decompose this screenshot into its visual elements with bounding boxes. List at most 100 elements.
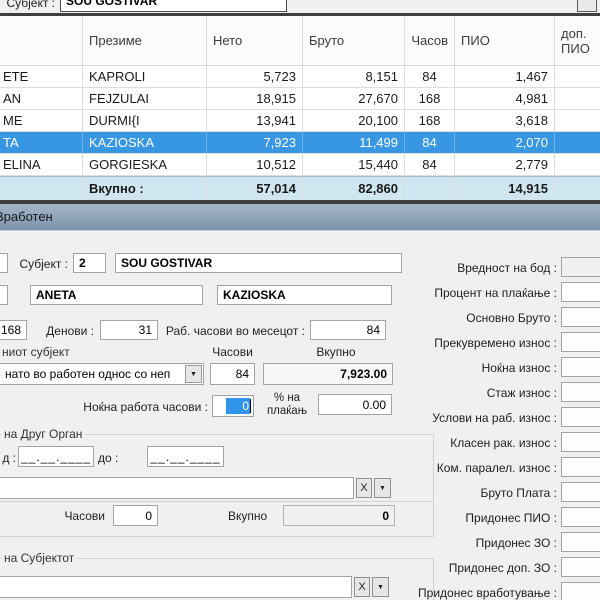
total-cell-surname: Вкупно : xyxy=(83,177,207,200)
total-cell-bruto: 82,860 xyxy=(303,177,405,200)
dropdown-button[interactable]: ▼ xyxy=(374,478,391,498)
field-input[interactable] xyxy=(561,557,600,577)
cell-pio: 2,779 xyxy=(455,154,555,175)
window-titlebar[interactable]: Вработен xyxy=(0,204,600,231)
first-name-field[interactable]: ANETA xyxy=(30,285,203,305)
cell-dop_pio xyxy=(555,88,600,109)
month-hours-label: Раб. часови во месецот : xyxy=(160,323,305,339)
cell-surname: KAPROLI xyxy=(83,66,207,87)
field-label: Процент на плаќање : xyxy=(420,280,557,305)
last-name-field[interactable]: KAZIOSKA xyxy=(217,285,392,305)
from-date-field[interactable]: __.__.____ xyxy=(18,446,94,467)
cell-name: AN xyxy=(0,88,83,109)
org-total-field: 0 xyxy=(283,505,395,526)
cell-hours: 84 xyxy=(405,154,455,175)
right-panel-row: Вредност на бод : xyxy=(420,255,600,280)
field-label: Основно Бруто : xyxy=(420,305,557,330)
field-input[interactable] xyxy=(561,332,600,352)
cell-dop_pio xyxy=(555,132,600,153)
cell-surname: DURMI{I xyxy=(83,110,207,131)
subject-org-combo[interactable] xyxy=(0,576,352,598)
top-strip: Субјект : SOU GOSTIVAR xyxy=(0,0,600,13)
field-input[interactable] xyxy=(561,532,600,552)
right-panel-row: Придонес ЗО : xyxy=(420,530,600,555)
hours-field[interactable]: 84 xyxy=(210,363,255,385)
column-header-hours: Часов xyxy=(405,16,455,65)
column-header-surname: Презиме xyxy=(83,16,207,65)
cell-dop_pio xyxy=(555,66,600,87)
other-org-combo[interactable] xyxy=(0,477,354,499)
window-title: Вработен xyxy=(0,204,53,230)
cell-surname: GORGIESKA xyxy=(83,154,207,175)
amounts-panel: Вредност на бод :Процент на плаќање :Осн… xyxy=(420,255,600,600)
field-input[interactable] xyxy=(561,507,600,527)
cell-hours: 84 xyxy=(405,66,455,87)
top-subject-field[interactable]: SOU GOSTIVAR xyxy=(60,0,287,12)
field-label: Прекувремено износ : xyxy=(420,330,557,355)
clear-button[interactable]: X xyxy=(354,577,370,597)
cell-neto: 7,923 xyxy=(207,132,303,153)
table-row[interactable]: ANFEJZULAI18,91527,6701684,981 xyxy=(0,88,600,110)
column-header-name xyxy=(0,16,83,65)
chevron-down-icon[interactable]: ▼ xyxy=(185,365,202,383)
field-input[interactable] xyxy=(561,282,600,302)
right-panel-row: Услови на раб. износ : xyxy=(420,405,600,430)
subject-org-caption: на Субјектот xyxy=(1,551,77,565)
table-row[interactable]: ELINAGORGIESKA10,51215,440842,779 xyxy=(0,154,600,176)
table-row[interactable]: TAKAZIOSKA7,92311,499842,070 xyxy=(0,132,600,154)
group-caption-cut: ниот субјект xyxy=(2,344,122,360)
org-total-label: Вкупно xyxy=(228,508,276,524)
cell-surname: FEJZULAI xyxy=(83,88,207,109)
field-input[interactable] xyxy=(561,582,600,600)
field-label: Придонес ЗО : xyxy=(420,530,557,555)
field-label: Придонес ПИО : xyxy=(420,505,557,530)
cell-pio: 3,618 xyxy=(455,110,555,131)
total-amount-field[interactable]: 7,923.00 xyxy=(263,363,393,385)
field-input[interactable] xyxy=(561,432,600,452)
cell-hours: 168 xyxy=(405,110,455,131)
field-label: Ноќна износ : xyxy=(420,355,557,380)
cell-name: ME xyxy=(0,110,83,131)
cell-bruto: 27,670 xyxy=(303,88,405,109)
field-input[interactable] xyxy=(561,407,600,427)
cut-hours-field[interactable]: 168 xyxy=(0,320,27,340)
employee-table: ПрезимеНетоБрутоЧасовПИОдоп. ПИО ETEKAPR… xyxy=(0,16,600,200)
month-hours-field[interactable]: 84 xyxy=(310,320,386,340)
column-header-neto: Нето xyxy=(207,16,303,65)
table-row[interactable]: ETEKAPROLI5,7238,151841,467 xyxy=(0,66,600,88)
subject-code-field[interactable]: 2 xyxy=(73,253,106,273)
employment-type-combo[interactable]: нато во работен однос со неп ▼ xyxy=(0,363,204,385)
cell-neto: 13,941 xyxy=(207,110,303,131)
right-panel-row: Ноќна износ : xyxy=(420,355,600,380)
other-org-caption: на Друг Орган xyxy=(1,427,85,441)
field-input[interactable] xyxy=(561,307,600,327)
field-input[interactable] xyxy=(561,257,600,277)
clear-button[interactable]: X xyxy=(356,478,372,498)
field-input[interactable] xyxy=(561,457,600,477)
payment-pct-field[interactable]: 0.00 xyxy=(318,394,392,415)
cell-pio: 1,467 xyxy=(455,66,555,87)
field-input[interactable] xyxy=(561,357,600,377)
table-row[interactable]: MEDURMI{I13,94120,1001683,618 xyxy=(0,110,600,132)
column-header-bruto: Бруто xyxy=(303,16,405,65)
cell-bruto: 20,100 xyxy=(303,110,405,131)
field-label: Бруто Плата : xyxy=(420,480,557,505)
to-date-field[interactable]: __.__.____ xyxy=(147,446,224,467)
cell-surname: KAZIOSKA xyxy=(83,132,207,153)
org-hours-label: Часови xyxy=(48,508,105,524)
days-field[interactable]: 31 xyxy=(100,320,158,340)
table-total-row: Вкупно :57,01482,86014,915 xyxy=(0,176,600,200)
cell-name: TA xyxy=(0,132,83,153)
dropdown-button[interactable]: ▼ xyxy=(372,577,389,597)
field-input[interactable] xyxy=(561,482,600,502)
right-panel-row: Класен рак. износ : xyxy=(420,430,600,455)
org-hours-field[interactable]: 0 xyxy=(113,505,158,526)
total-cell-neto: 57,014 xyxy=(207,177,303,200)
night-hours-field[interactable]: 0 xyxy=(212,395,254,417)
total-column-header: Вкупно xyxy=(300,344,372,360)
right-panel-row: Основно Бруто : xyxy=(420,305,600,330)
right-panel-row: Придонес ПИО : xyxy=(420,505,600,530)
field-input[interactable] xyxy=(561,382,600,402)
right-panel-row: Бруто Плата : xyxy=(420,480,600,505)
subject-name-field[interactable]: SOU GOSTIVAR xyxy=(115,253,402,273)
